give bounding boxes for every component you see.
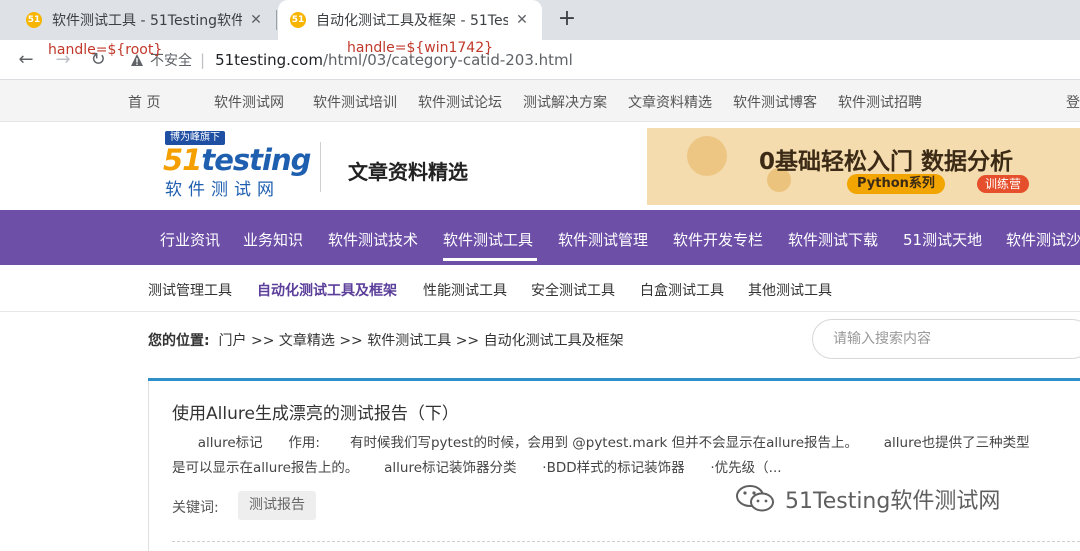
mainnav-item[interactable]: 软件开发专栏: [673, 229, 763, 250]
article-title[interactable]: 使用Allure生成漂亮的测试报告（下）: [172, 399, 459, 424]
watermark-text: 51Testing软件测试网: [785, 489, 1001, 514]
topnav-item[interactable]: 软件测试网: [214, 92, 284, 112]
mainnav-item[interactable]: 行业资讯: [160, 229, 220, 250]
sub-nav: 测试管理工具 自动化测试工具及框架 性能测试工具 安全测试工具 白盒测试工具 其…: [0, 265, 1080, 312]
banner-tag: Python系列: [847, 174, 945, 194]
mainnav-item-active[interactable]: 软件测试工具: [443, 229, 533, 250]
browser-tab-strip: 51 软件测试工具 - 51Testing软件测 ✕ 51 自动化测试工具及框架…: [0, 0, 1080, 40]
mainnav-item[interactable]: 软件测试下载: [788, 229, 878, 250]
ad-banner[interactable]: 0基础轻松入门 数据分析 Python系列 训练营: [647, 128, 1080, 205]
topnav-item[interactable]: 软件测试论坛: [418, 92, 502, 112]
close-tab-icon[interactable]: ✕: [248, 12, 264, 28]
breadcrumb-label: 您的位置:: [148, 333, 210, 349]
browser-tab-active[interactable]: 51 自动化测试工具及框架 - 51Testi ✕: [278, 0, 542, 40]
mainnav-item[interactable]: 51测试天地: [903, 229, 982, 250]
subnav-item-active[interactable]: 自动化测试工具及框架: [257, 280, 397, 300]
keyword-tag[interactable]: 测试报告: [238, 491, 316, 520]
article-summary-line: allure标记 作用: 有时候我们写pytest的时候，会用到 @pytest…: [172, 435, 1030, 451]
site-top-nav: 首 页 软件测试网 软件测试培训 软件测试论坛 测试解决方案 文章资料精选 软件…: [0, 80, 1080, 122]
topnav-item[interactable]: 软件测试培训: [313, 92, 397, 112]
breadcrumb: 您的位置: 门户 >> 文章精选 >> 软件测试工具 >> 自动化测试工具及框架: [148, 330, 624, 350]
mainnav-item[interactable]: 软件测试沙: [1006, 229, 1080, 250]
active-indicator: [443, 258, 537, 261]
keywords-label: 关键词:: [172, 500, 219, 516]
card-divider: [172, 541, 1080, 542]
site-favicon-icon: 51: [290, 12, 306, 28]
subnav-item[interactable]: 白盒测试工具: [640, 280, 724, 300]
site-logo[interactable]: 51testing: [163, 143, 311, 177]
topnav-item[interactable]: 软件测试招聘: [838, 92, 922, 112]
back-arrow-icon[interactable]: ←: [15, 49, 37, 71]
subnav-item[interactable]: 安全测试工具: [531, 280, 615, 300]
url-host: 51testing.com: [215, 51, 323, 69]
article-summary-line: 是可以显示在allure报告上的。 allure标记装饰器分类 ·BDD样式的标…: [172, 460, 782, 476]
section-title: 文章资料精选: [348, 160, 468, 184]
subnav-item[interactable]: 测试管理工具: [148, 280, 232, 300]
topnav-item-home[interactable]: 首 页: [128, 92, 160, 112]
url-separator: |: [200, 51, 206, 69]
subnav-item[interactable]: 性能测试工具: [423, 280, 507, 300]
topnav-item[interactable]: 测试解决方案: [523, 92, 607, 112]
topnav-item[interactable]: 文章资料精选: [628, 92, 712, 112]
main-nav: 行业资讯 业务知识 软件测试技术 软件测试工具 软件测试管理 软件开发专栏 软件…: [0, 210, 1080, 265]
mainnav-item[interactable]: 软件测试管理: [558, 229, 648, 250]
new-tab-button[interactable]: +: [555, 8, 579, 32]
banner-tag: 训练营: [977, 175, 1030, 193]
banner-headline: 0基础轻松入门 数据分析: [759, 149, 1014, 175]
subnav-item[interactable]: 其他测试工具: [748, 280, 832, 300]
tab-title: 自动化测试工具及框架 - 51Testi: [316, 13, 508, 29]
tab-divider: [276, 10, 277, 30]
site-favicon-icon: 51: [26, 12, 42, 28]
topnav-item[interactable]: 软件测试博客: [733, 92, 817, 112]
watermark: 51Testing软件测试网: [735, 483, 1000, 515]
mainnav-item[interactable]: 业务知识: [243, 229, 303, 250]
mainnav-item[interactable]: 软件测试技术: [328, 229, 418, 250]
annotation-root-handle: handle=${root}: [48, 42, 163, 58]
close-tab-icon[interactable]: ✕: [514, 12, 530, 28]
search-input[interactable]: 请输入搜索内容: [812, 319, 1080, 359]
breadcrumb-path[interactable]: 门户 >> 文章精选 >> 软件测试工具 >> 自动化测试工具及框架: [219, 333, 624, 349]
browser-tab[interactable]: 51 软件测试工具 - 51Testing软件测 ✕: [14, 0, 276, 40]
card-border: [148, 381, 149, 551]
wechat-icon: [736, 485, 774, 512]
header-divider: [320, 142, 321, 192]
banner-decoration: [687, 136, 727, 176]
logo-subtitle: 软件测试网: [165, 180, 280, 200]
tab-title: 软件测试工具 - 51Testing软件测: [52, 13, 242, 29]
login-link[interactable]: 登: [1066, 92, 1080, 112]
annotation-window-handle: handle=${win1742}: [347, 40, 494, 56]
